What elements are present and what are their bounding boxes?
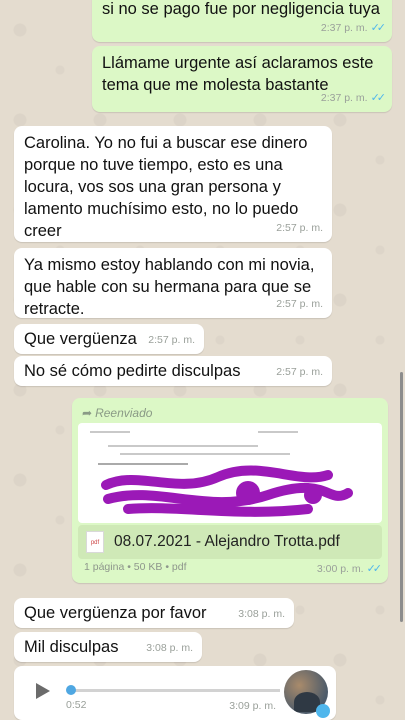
forward-arrow-icon: ➦ bbox=[82, 406, 93, 420]
voice-message[interactable]: 0:52 3:09 p. m. bbox=[14, 666, 336, 720]
message-incoming[interactable]: No sé cómo pedirte disculpas 2:57 p. m. bbox=[14, 356, 332, 386]
forwarded-label: Reenviado bbox=[95, 406, 153, 420]
read-ticks-icon: ✓✓ bbox=[370, 92, 387, 104]
audio-duration: 0:52 bbox=[66, 699, 87, 711]
message-meta: 2:37 p. m. ✓✓ bbox=[320, 17, 387, 39]
message-time: 2:57 p. m. bbox=[276, 366, 323, 378]
read-ticks-icon: ✓✓ bbox=[366, 563, 383, 575]
microphone-icon bbox=[316, 704, 330, 718]
redaction-scribble bbox=[101, 465, 353, 517]
message-text: Ya mismo estoy hablando con mi novia, qu… bbox=[24, 256, 315, 318]
audio-progress-track[interactable] bbox=[70, 689, 280, 692]
message-time: 2:37 p. m. bbox=[320, 22, 368, 34]
forwarded-document-message[interactable]: ➦ Reenviado pdf 08.07.2021 - Alejandro Tr… bbox=[72, 398, 388, 583]
document-filename: 08.07.2021 - Alejandro Trotta.pdf bbox=[114, 533, 340, 550]
message-incoming[interactable]: Que vergüenza 2:57 p. m. bbox=[14, 324, 204, 354]
message-incoming[interactable]: Carolina. Yo no fui a buscar ese dinero … bbox=[14, 126, 332, 242]
message-incoming[interactable]: Que vergüenza por favor 3:08 p. m. bbox=[14, 598, 294, 628]
document-preview[interactable] bbox=[78, 423, 382, 523]
forwarded-indicator: ➦ Reenviado bbox=[82, 402, 152, 424]
message-time: 2:57 p. m. bbox=[148, 334, 195, 346]
message-time: 2:57 p. m. bbox=[276, 222, 323, 234]
message-outgoing[interactable]: si no se pago fue por negligencia tuya 2… bbox=[92, 0, 392, 42]
message-text: si no se pago fue por negligencia tuya bbox=[102, 0, 380, 18]
message-text: Que vergüenza bbox=[24, 330, 137, 348]
message-meta: 2:37 p. m. ✓✓ bbox=[320, 87, 387, 109]
message-time: 3:08 p. m. bbox=[238, 608, 285, 620]
message-outgoing[interactable]: Llámame urgente así aclaramos este tema … bbox=[92, 46, 392, 112]
read-ticks-icon: ✓✓ bbox=[370, 22, 387, 34]
message-text: Que vergüenza por favor bbox=[24, 604, 207, 622]
message-time: 2:37 p. m. bbox=[320, 92, 368, 104]
message-incoming[interactable]: Mil disculpas 3:08 p. m. bbox=[14, 632, 202, 662]
play-icon[interactable] bbox=[36, 683, 50, 699]
message-incoming[interactable]: Ya mismo estoy hablando con mi novia, qu… bbox=[14, 248, 332, 318]
pdf-file-icon: pdf bbox=[86, 531, 104, 553]
message-time: 3:00 p. m. bbox=[316, 563, 364, 575]
message-time: 3:09 p. m. bbox=[229, 700, 276, 712]
message-text: Mil disculpas bbox=[24, 638, 119, 656]
scrollbar[interactable] bbox=[400, 372, 403, 622]
document-info: 1 página • 50 KB • pdf bbox=[84, 561, 187, 573]
message-time: 3:08 p. m. bbox=[146, 642, 193, 654]
message-meta: 3:00 p. m. ✓✓ bbox=[316, 558, 383, 580]
message-time: 2:57 p. m. bbox=[276, 298, 323, 310]
message-text: Carolina. Yo no fui a buscar ese dinero … bbox=[24, 134, 308, 240]
document-file[interactable]: pdf 08.07.2021 - Alejandro Trotta.pdf bbox=[78, 525, 382, 559]
message-text: No sé cómo pedirte disculpas bbox=[24, 362, 241, 380]
